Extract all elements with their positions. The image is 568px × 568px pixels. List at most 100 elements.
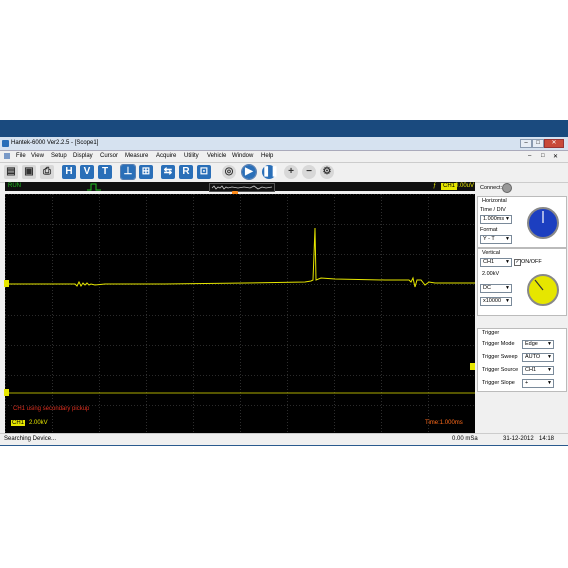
doc-icon: [4, 153, 10, 159]
inner-minimize-button[interactable]: –: [528, 153, 531, 159]
volts-div-value: 2.00kV: [482, 271, 500, 277]
menu-view[interactable]: View: [31, 153, 44, 159]
auto-icon[interactable]: ◎: [222, 165, 236, 179]
ch1-level-marker[interactable]: [4, 280, 9, 287]
measure-icon[interactable]: ⊞: [139, 165, 153, 179]
menu-bar: File View Setup Display Cursor Measure A…: [0, 151, 568, 161]
app-icon: [2, 140, 9, 147]
save-icon[interactable]: ▣: [22, 165, 36, 179]
channel-select[interactable]: CH1 ▼: [480, 258, 512, 267]
trigger-mode-select[interactable]: Edge ▼: [522, 340, 554, 349]
zoom-in-icon[interactable]: +: [284, 165, 298, 179]
trigger-mode-label: Trigger Mode: [482, 341, 515, 347]
run-status: RUN: [8, 183, 21, 189]
ch1-scale-badge: CH1: [11, 420, 26, 426]
chevron-down-icon: ▼: [547, 380, 552, 386]
volts-div-knob-icon[interactable]: [526, 273, 560, 307]
trigger-level-value: 0.00uV: [455, 183, 475, 189]
trigger-source-label: Trigger Source: [482, 367, 519, 373]
chevron-down-icon: ▼: [505, 236, 510, 242]
menu-vehicle[interactable]: Vehicle: [207, 153, 226, 159]
status-message: Searching Device...: [4, 436, 57, 442]
waveform-canvas[interactable]: [5, 194, 475, 435]
desktop-band-top: [0, 120, 568, 137]
cursor-icon[interactable]: ⊥: [120, 164, 136, 180]
inner-restore-button[interactable]: □: [541, 153, 545, 159]
trigger-button[interactable]: T: [98, 165, 112, 179]
menu-window[interactable]: Window: [232, 153, 253, 159]
status-bar: Searching Device... 0.00 mSa 31-12-2012 …: [0, 433, 568, 445]
vertical-title: Vertical: [482, 250, 501, 256]
sample-rate: 0.00 mSa: [452, 436, 478, 442]
title-bar[interactable]: Hantek-6000 Ver2.2.5 - [Scope1] – □ ✕: [0, 137, 568, 151]
scope-status-bar: RUN ƒ CH1 0.00uV: [5, 182, 475, 192]
toolbar: ▤ ▣ ⎙ H V T ⊥ ⊞ ⇆ R ⊡ ◎ ▶ ❚❚ + − ⚙: [0, 162, 568, 183]
horizontal-title: Horizontal: [482, 198, 507, 204]
trigger-title: Trigger: [482, 330, 500, 336]
close-button[interactable]: ✕: [544, 139, 564, 148]
ch1-ground-marker[interactable]: [4, 389, 9, 396]
minimize-button[interactable]: –: [520, 139, 532, 148]
inner-close-button[interactable]: ✕: [553, 153, 558, 160]
chevron-down-icon: ▼: [547, 341, 552, 347]
menu-measure[interactable]: Measure: [125, 153, 148, 159]
status-date: 31-12-2012: [503, 436, 534, 442]
autoset-icon[interactable]: ⇆: [161, 165, 175, 179]
trigger-slope-label: Trigger Slope: [482, 380, 515, 386]
math-icon[interactable]: ⊡: [197, 165, 211, 179]
ch1-trace: [5, 227, 475, 288]
ch1-scale-value: 2.00kV: [29, 420, 48, 426]
trigger-source-select[interactable]: CH1 ▼: [522, 366, 554, 375]
trigger-pane: Trigger Trigger Mode Edge ▼ Trigger Sweep…: [477, 328, 567, 392]
time-div-select[interactable]: 1.000ms ▼: [480, 215, 512, 224]
menu-display[interactable]: Display: [73, 153, 93, 159]
menu-cursor[interactable]: Cursor: [100, 153, 118, 159]
trigger-sweep-select[interactable]: AUTO ▼: [522, 353, 554, 362]
trigger-slope-select[interactable]: + ▼: [522, 379, 554, 388]
vertical-pane: Vertical CH1 ▼ ✓ ON/OFF 2.00kV DC ▼ x10000…: [477, 248, 567, 316]
menu-help[interactable]: Help: [261, 153, 273, 159]
status-time: 14:18: [539, 436, 555, 442]
control-panel: Connect: Horizontal Time / DIV 1.000ms ▼ …: [476, 182, 568, 436]
menu-utility[interactable]: Utility: [184, 153, 199, 159]
chevron-down-icon: ▼: [505, 298, 510, 304]
trigger-level-marker[interactable]: [470, 363, 475, 370]
onoff-label: ON/OFF: [521, 259, 542, 265]
connect-indicator: [502, 183, 512, 193]
waveform-display[interactable]: CH1 using secondary pickup CH1 2.00kV Ti…: [4, 194, 475, 435]
app-window: Hantek-6000 Ver2.2.5 - [Scope1] – □ ✕ Fi…: [0, 137, 568, 445]
zoom-out-icon[interactable]: −: [302, 165, 316, 179]
time-div-knob-icon[interactable]: [526, 206, 560, 240]
chevron-down-icon: ▼: [547, 367, 552, 373]
open-icon[interactable]: ▤: [4, 165, 18, 179]
vertical-button[interactable]: V: [80, 165, 94, 179]
coupling-select[interactable]: DC ▼: [480, 284, 512, 293]
onoff-checkbox[interactable]: ✓: [514, 259, 521, 266]
probe-select[interactable]: x10000 ▼: [480, 297, 512, 306]
window-title: Hantek-6000 Ver2.2.5 - [Scope1]: [11, 140, 99, 146]
menu-acquire[interactable]: Acquire: [156, 153, 176, 159]
stop-icon[interactable]: ❚❚: [262, 165, 279, 179]
menu-file[interactable]: File: [16, 153, 26, 159]
trigger-sweep-label: Trigger Sweep: [482, 354, 518, 360]
print-icon[interactable]: ⎙: [40, 165, 54, 179]
trigger-pulse-icon: [87, 183, 101, 191]
chevron-down-icon: ▼: [505, 259, 510, 265]
chevron-down-icon: ▼: [505, 216, 510, 222]
chevron-down-icon: ▼: [547, 354, 552, 360]
connect-label: Connect:: [480, 185, 503, 191]
maximize-button[interactable]: □: [532, 139, 544, 148]
time-div-label: Time / DIV: [480, 207, 506, 213]
format-label: Format: [480, 227, 498, 233]
ref-button[interactable]: R: [179, 165, 193, 179]
zoom-reset-icon[interactable]: ⚙: [320, 165, 334, 179]
time-base-label: Time:1.000ms: [425, 420, 463, 426]
run-icon[interactable]: ▶: [241, 164, 257, 180]
screen-note: CH1 using secondary pickup: [13, 406, 90, 412]
horizontal-button[interactable]: H: [62, 165, 76, 179]
menu-setup[interactable]: Setup: [51, 153, 67, 159]
format-select[interactable]: Y - T ▼: [480, 235, 512, 244]
horizontal-pane: Horizontal Time / DIV 1.000ms ▼ Format Y …: [477, 196, 567, 248]
chevron-down-icon: ▼: [505, 285, 510, 291]
waveform-overview[interactable]: [209, 183, 275, 192]
